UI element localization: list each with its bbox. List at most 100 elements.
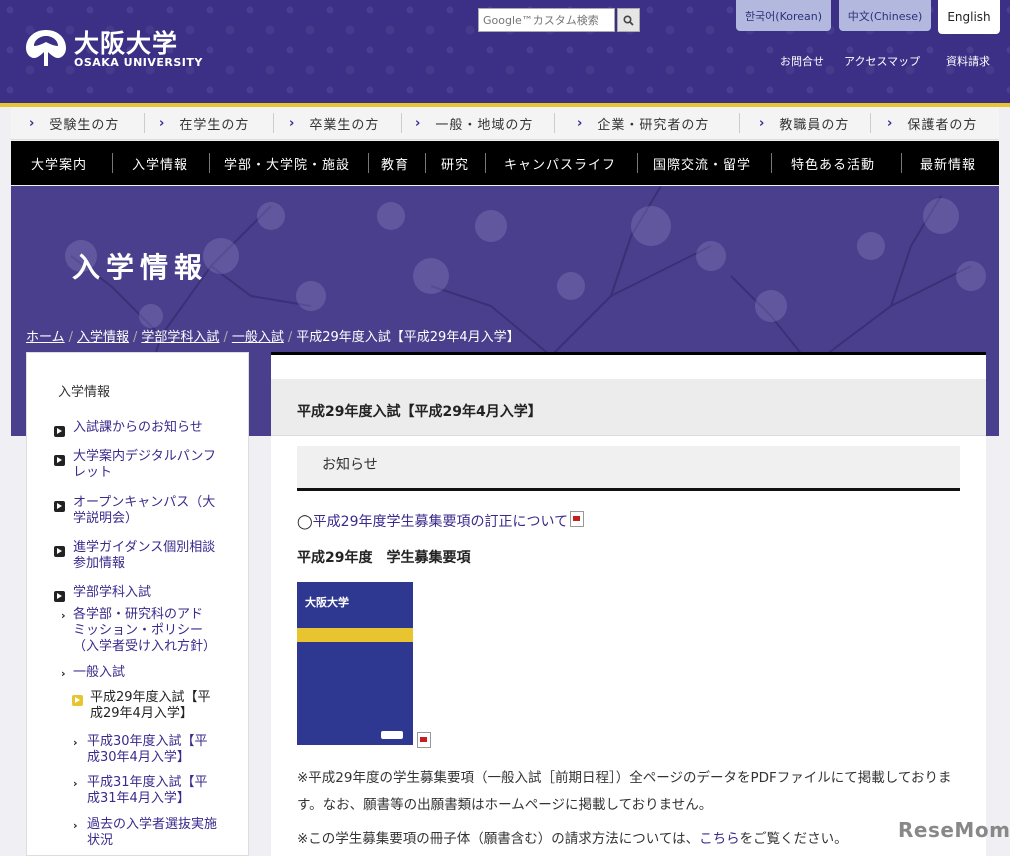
- section-subheading: 平成29年度 学生募集要項: [297, 550, 471, 566]
- audience-nav-item[interactable]: › 教職員の方: [759, 107, 849, 139]
- main-nav-item[interactable]: 大学案内: [31, 141, 87, 185]
- sidebar-sub-sub-item[interactable]: 平成31年度入試【平 成31年4月入学】: [87, 775, 208, 807]
- link-line: 状況: [87, 833, 114, 848]
- link-line: 進学ガイダンス個別相談: [73, 540, 216, 555]
- page-title: 平成29年度入試【平成29年4月入学】: [297, 404, 542, 420]
- divider: [425, 153, 426, 173]
- link-line: 成30年4月入学】: [87, 750, 190, 765]
- link-line: 平成31年度入試【平: [87, 775, 208, 790]
- main-nav-item[interactable]: キャンパスライフ: [504, 141, 616, 185]
- sidebar-link[interactable]: オープンキャンパス（大 学説明会）: [73, 495, 215, 526]
- sidebar-sub-sub-item[interactable]: 過去の入学者選抜実施 状況: [87, 817, 217, 849]
- bullet-icon: [54, 591, 65, 602]
- link-line: 大学案内デジタルパンフ: [73, 449, 217, 464]
- contact-link[interactable]: お問合せ: [780, 53, 824, 69]
- main-nav-item[interactable]: 特色ある活動: [791, 141, 875, 185]
- audience-nav-item[interactable]: › 在学生の方: [159, 107, 249, 139]
- lang-korean-button[interactable]: 한국어(Korean): [736, 0, 831, 31]
- bullet-icon: [54, 426, 65, 437]
- sidebar-link[interactable]: 平成31年度入試【平 成31年4月入学】: [87, 775, 208, 806]
- booklet-cover-logo: [381, 731, 403, 739]
- lang-english-button[interactable]: English: [938, 0, 1000, 34]
- sidebar-link[interactable]: 学部学科入試: [73, 585, 151, 600]
- link-line: 過去の入学者選抜実施: [87, 817, 218, 832]
- chevron-right-icon: ›: [759, 115, 766, 131]
- bullet-icon: [54, 501, 65, 512]
- logo-name-ja: 大阪大学: [74, 29, 179, 58]
- search-icon: [623, 14, 634, 26]
- link-line: 参加情報: [73, 556, 126, 571]
- sidebar-item[interactable]: 大学案内デジタルパンフ レット: [73, 449, 216, 481]
- pdf-icon: [570, 511, 585, 527]
- breadcrumb-link[interactable]: 学部学科入試: [141, 330, 219, 345]
- sidebar-item[interactable]: オープンキャンパス（大 学説明会）: [73, 495, 215, 527]
- sidebar-sub-sub-item[interactable]: 平成30年度入試【平 成30年4月入学】: [87, 734, 208, 766]
- sidebar-item[interactable]: 学部学科入試: [73, 585, 151, 601]
- sidebar-sub-item[interactable]: 一般入試: [73, 665, 125, 681]
- divider: [637, 153, 638, 173]
- breadcrumb-separator: /: [68, 330, 74, 345]
- request-method-link[interactable]: こちら: [699, 831, 740, 847]
- sidebar-link[interactable]: 平成30年度入試【平 成30年4月入学】: [87, 734, 208, 765]
- divider: [401, 113, 402, 133]
- main-nav-item[interactable]: 国際交流・留学: [653, 141, 751, 185]
- request-note: ※この学生募集要項の冊子体（願書含む）の請求方法については、こちらをご覧ください…: [297, 828, 962, 850]
- main-nav-item[interactable]: 最新情報: [920, 141, 976, 185]
- breadcrumb-link[interactable]: 入学情報: [77, 330, 129, 345]
- lang-chinese-button[interactable]: 中文(Chinese): [839, 0, 931, 31]
- chevron-right-icon: ›: [159, 115, 166, 131]
- page-heading-bar: 平成29年度入試【平成29年4月入学】: [271, 379, 986, 436]
- audience-nav-item[interactable]: › 卒業生の方: [289, 107, 379, 139]
- sidebar-link[interactable]: 過去の入学者選抜実施 状況: [87, 817, 217, 848]
- audience-nav-item[interactable]: › 保護者の方: [887, 107, 977, 139]
- link-line: レット: [73, 465, 113, 480]
- sidebar-link[interactable]: 各学部・研究科のアド ミッション・ポリシー （入学者受け入れ方針）: [73, 607, 216, 654]
- divider: [739, 113, 740, 133]
- audience-nav-item[interactable]: › 企業・研究者の方: [577, 107, 709, 139]
- divider: [771, 153, 772, 173]
- breadcrumb-link[interactable]: ホーム: [26, 330, 65, 345]
- sidebar-link[interactable]: 一般入試: [73, 665, 125, 680]
- divider: [144, 113, 145, 133]
- sidebar-item[interactable]: 進学ガイダンス個別相談 参加情報: [73, 540, 215, 572]
- admission-guide-booklet-link[interactable]: 大阪大学: [297, 582, 413, 745]
- university-logo[interactable]: 大阪大学 OSAKA UNIVERSITY: [24, 24, 204, 74]
- audience-nav-item[interactable]: › 受験生の方: [29, 107, 119, 139]
- main-content: 平成29年度入試【平成29年4月入学】 お知らせ ◯平成29年度学生募集要項の訂…: [271, 352, 986, 856]
- booklet-cover-title: 大阪大学: [305, 596, 349, 609]
- link-line: 成31年4月入学】: [87, 791, 190, 806]
- correction-link[interactable]: 平成29年度学生募集要項の訂正について: [313, 514, 568, 530]
- sidebar-link[interactable]: 進学ガイダンス個別相談 参加情報: [73, 540, 215, 571]
- breadcrumb-separator: /: [223, 330, 228, 345]
- request-note-prefix: ※この学生募集要項の冊子体（願書含む）の請求方法については、: [297, 831, 700, 847]
- sidebar-item[interactable]: 入試課からのお知らせ: [73, 420, 203, 436]
- main-nav: 大学案内 入学情報 学部・大学院・施設 教育 研究 キャンパスライフ 国際交流・…: [11, 141, 999, 185]
- breadcrumb: ホーム / 入学情報 / 学部学科入試 / 一般入試 / 平成29年度入試【平成29年4月入学】: [26, 326, 520, 345]
- main-nav-item[interactable]: 入学情報: [132, 141, 188, 185]
- chevron-right-icon: ›: [61, 609, 66, 622]
- main-nav-item[interactable]: 教育: [381, 141, 409, 185]
- sidebar-link[interactable]: 入試課からのお知らせ: [73, 420, 203, 435]
- request-materials-link[interactable]: 資料請求: [946, 53, 990, 69]
- divider: [209, 153, 210, 173]
- link-line: （入学者受け入れ方針）: [73, 639, 217, 654]
- audience-nav-label: 卒業生の方: [309, 117, 380, 133]
- chevron-right-icon: ›: [887, 115, 894, 131]
- sidebar-title: 入学情報: [58, 385, 111, 400]
- sidebar: 入学情報 入試課からのお知らせ 大学案内デジタルパンフ レット オープンキャンパス…: [26, 352, 249, 856]
- audience-nav-item[interactable]: › 一般・地域の方: [415, 107, 533, 139]
- watermark: ReseMom: [898, 818, 1010, 842]
- main-nav-item[interactable]: 学部・大学院・施設: [224, 141, 350, 185]
- access-map-link[interactable]: アクセスマップ: [844, 53, 920, 69]
- bullet-icon: [54, 455, 65, 466]
- sidebar-link[interactable]: 大学案内デジタルパンフ レット: [73, 449, 216, 480]
- search-box: [478, 8, 640, 32]
- breadcrumb-link[interactable]: 一般入試: [232, 330, 284, 345]
- sidebar-sub-item[interactable]: 各学部・研究科のアド ミッション・ポリシー （入学者受け入れ方針）: [73, 607, 216, 655]
- search-button[interactable]: [617, 8, 640, 32]
- notice-heading: お知らせ: [322, 457, 378, 473]
- circle-marker: ◯: [297, 514, 313, 530]
- main-nav-item[interactable]: 研究: [441, 141, 469, 185]
- search-input[interactable]: [478, 8, 615, 32]
- audience-nav-label: 一般・地域の方: [435, 117, 534, 133]
